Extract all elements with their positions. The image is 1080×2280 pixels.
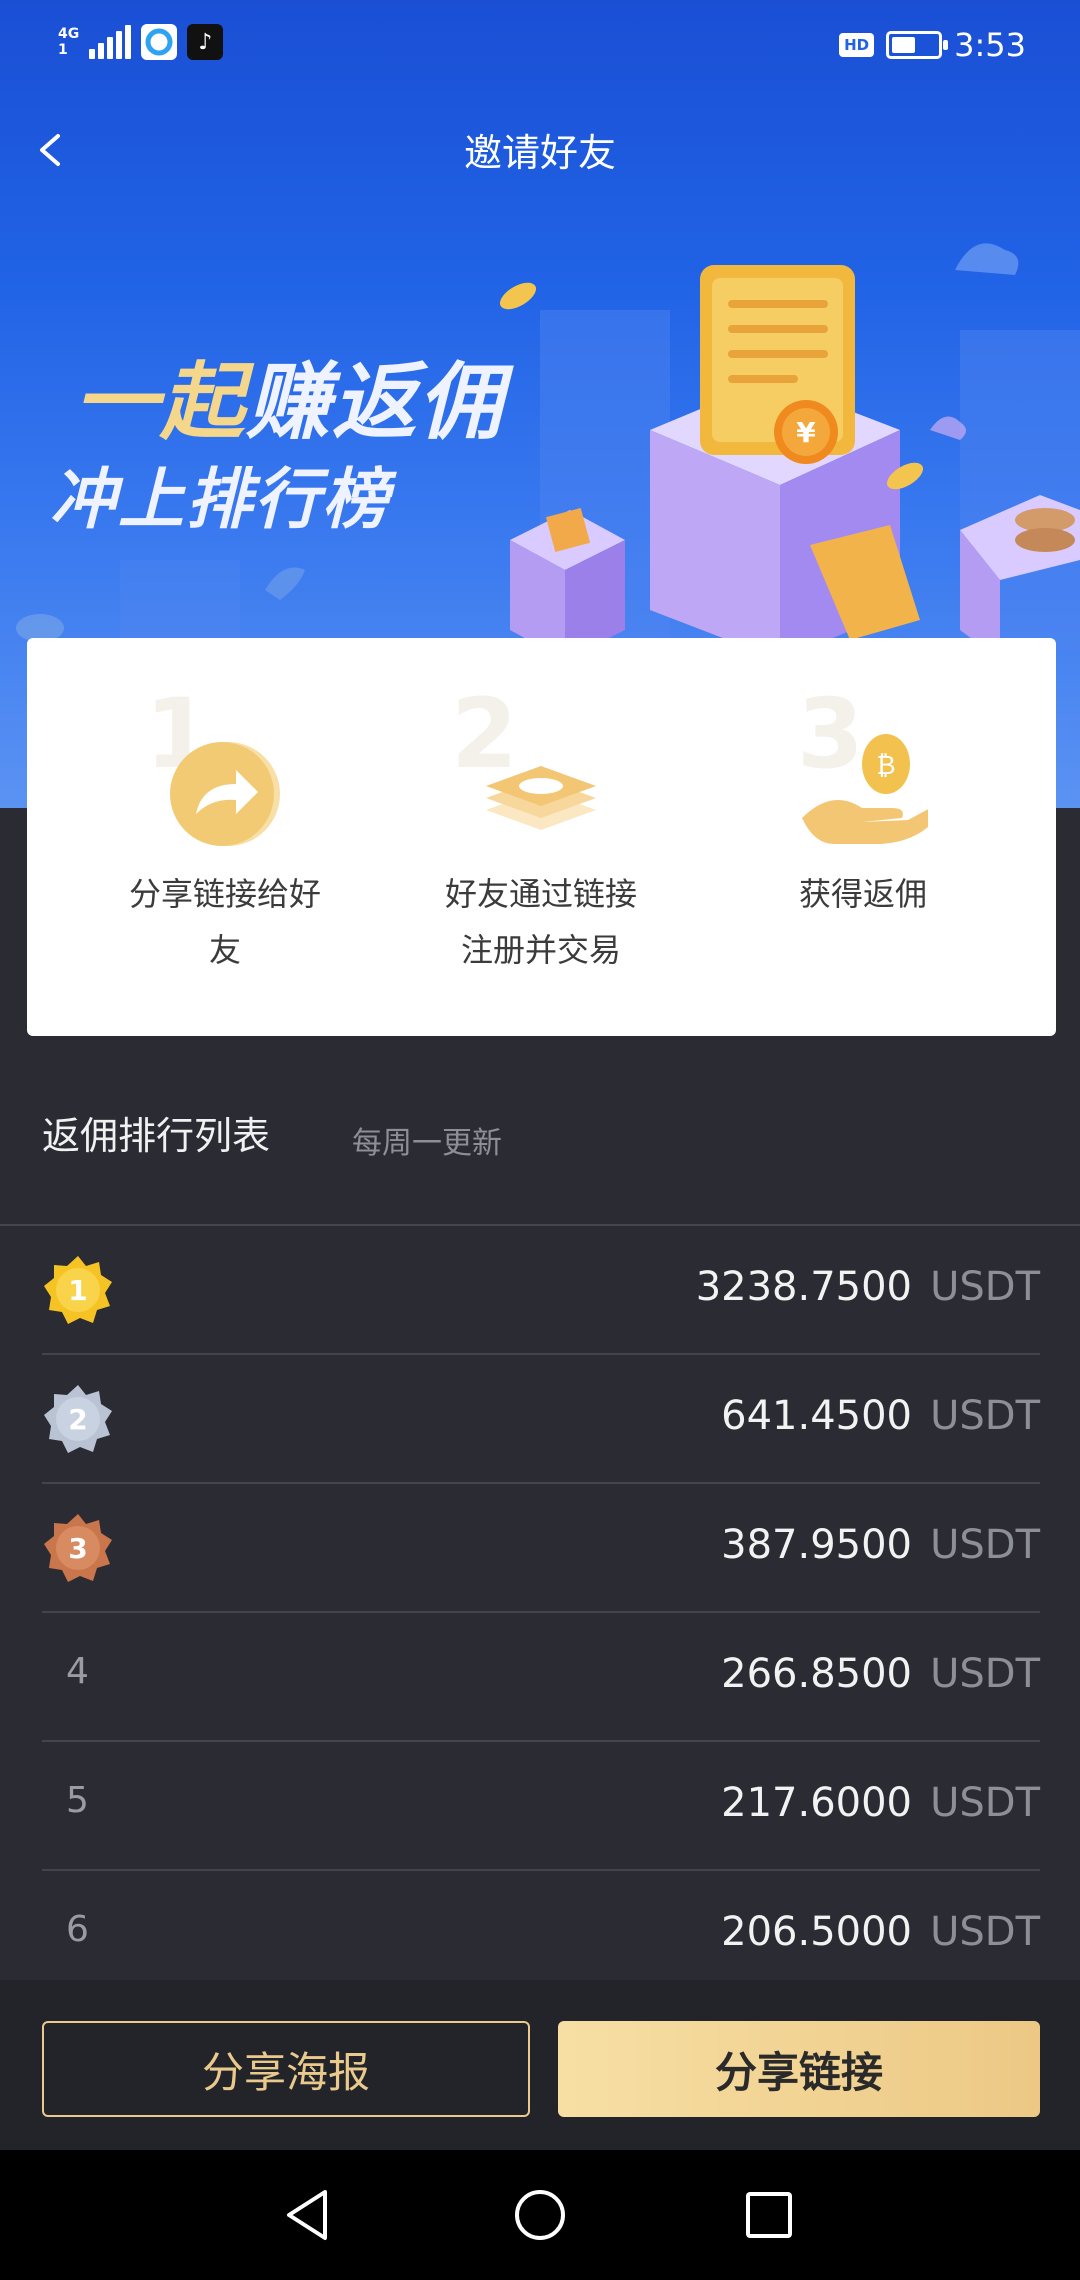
rank-unit: USDT <box>930 1264 1040 1310</box>
rank-number: 6 <box>66 1909 89 1950</box>
banner-slogan-line2: 冲上排行榜 <box>50 461 390 538</box>
ranking-title: 返佣排行列表 <box>42 1114 271 1158</box>
system-nav-bar <box>0 2150 1080 2280</box>
rank-value: 641.4500 <box>721 1393 912 1439</box>
nav-back-icon[interactable] <box>275 2182 341 2248</box>
step-label: 分享链接给好友 <box>128 875 321 969</box>
step-label: 好友通过链接注册并交易 <box>444 875 637 969</box>
table-row: 1 3238.7500 USDT <box>42 1226 1040 1355</box>
silver-medal-icon: 2 <box>44 1385 112 1453</box>
step-label: 获得返佣 <box>798 875 927 913</box>
nav-home-icon[interactable] <box>507 2182 573 2248</box>
rank-unit: USDT <box>930 1780 1040 1826</box>
medal-rank: 2 <box>68 1403 87 1436</box>
step-1: 1 分享链接给好友 <box>75 638 375 1036</box>
rank-number: 4 <box>66 1651 89 1692</box>
banner-slogan: 一起赚返佣 <box>74 335 504 456</box>
ranking-list: 1 3238.7500 USDT 2 641.4500 USDT 3 387.9… <box>42 1226 1040 2000</box>
signal-icon <box>89 25 132 59</box>
page-title: 邀请好友 <box>463 131 616 175</box>
gold-medal-icon: 1 <box>44 1256 112 1324</box>
coin-hand-icon: ₿ <box>802 734 928 844</box>
tiktok-app-icon: ♪ <box>187 24 224 60</box>
nav-recents-icon[interactable] <box>736 2182 802 2248</box>
table-row: 2 641.4500 USDT <box>42 1355 1040 1484</box>
rank-number: 5 <box>66 1780 89 1821</box>
rank-unit: USDT <box>930 1393 1040 1439</box>
rank-value: 266.8500 <box>721 1651 912 1697</box>
slogan-text: 赚返佣 <box>246 353 505 451</box>
bottom-action-bar: 分享海报 分享链接 <box>0 1980 1080 2150</box>
clock: 3:53 <box>954 26 1026 64</box>
table-row: 5 217.6000 USDT <box>42 1742 1040 1871</box>
rank-value: 3238.7500 <box>695 1264 912 1310</box>
rank-value: 217.6000 <box>721 1780 912 1826</box>
network-sub: 1 <box>58 42 68 58</box>
status-bar: 4G 1 ♪ HD 3:53 <box>0 0 1080 90</box>
step-2: 2 好友通过链接注册并交易 <box>391 638 691 1036</box>
step-3: 3 ₿ 获得返佣 <box>713 638 1013 1036</box>
rank-value: 206.5000 <box>721 1909 912 1955</box>
medal-rank: 3 <box>68 1532 87 1565</box>
rank-unit: USDT <box>930 1909 1040 1955</box>
rank-value: 387.9500 <box>721 1522 912 1568</box>
network-type: 4G <box>58 26 80 42</box>
slogan-highlight: 一起 <box>74 353 247 451</box>
nav-bar: 邀请好友 <box>0 90 1080 210</box>
svg-text:¥: ¥ <box>796 416 816 449</box>
app-root: ¥ 4G 1 ♪ HD 3:53 邀请好友 一起赚返佣 冲上排行榜 1 分享链接… <box>0 0 1080 2280</box>
ranking-subtitle: 每周一更新 <box>352 1126 502 1161</box>
share-arrow-icon <box>170 742 280 846</box>
share-poster-button[interactable]: 分享海报 <box>42 2021 530 2117</box>
rank-unit: USDT <box>930 1522 1040 1568</box>
share-link-button[interactable]: 分享链接 <box>558 2021 1040 2117</box>
svg-text:₿: ₿ <box>876 751 895 781</box>
layers-icon <box>486 766 596 830</box>
medal-rank: 1 <box>68 1274 87 1307</box>
bronze-medal-icon: 3 <box>44 1514 112 1582</box>
rank-unit: USDT <box>930 1651 1040 1697</box>
battery-icon <box>886 31 949 59</box>
table-row: 3 387.9500 USDT <box>42 1484 1040 1613</box>
browser-app-icon <box>141 24 178 60</box>
hd-badge: HD <box>839 33 875 57</box>
table-row: 4 266.8500 USDT <box>42 1613 1040 1742</box>
steps-card: 1 分享链接给好友 2 好友通过链接注册并交易 3 ₿ 获得返佣 <box>27 638 1056 1036</box>
